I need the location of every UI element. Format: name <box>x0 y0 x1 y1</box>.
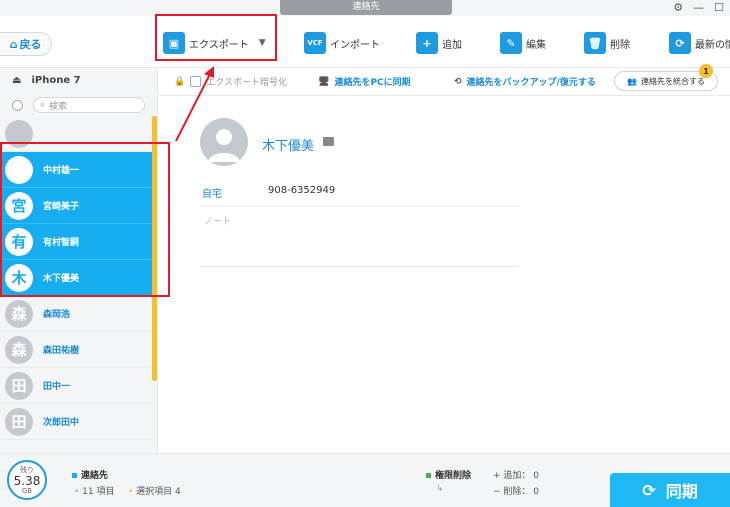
edit-icon: ✎ <box>500 32 522 54</box>
sync-pc-button[interactable]: 🖥 連絡先をPCに同期 <box>318 75 411 89</box>
select-all-checkbox[interactable] <box>12 99 23 111</box>
backup-clock-icon: ⟲ <box>454 76 462 87</box>
selected-count-text: 選択項目 4 <box>136 487 181 497</box>
divider <box>200 206 518 207</box>
search-icon: ⌕ <box>40 100 46 110</box>
contact-avatar <box>200 118 248 166</box>
item-count-text: 11 項目 <box>82 487 115 497</box>
edit-label: 編集 <box>526 39 546 51</box>
monitor-icon: 🖥 <box>318 76 330 87</box>
backup-label: 連絡先をバックアップ/復元する <box>466 78 596 88</box>
edit-button[interactable]: ✎ 編集 <box>500 32 546 54</box>
sync-label: 同期 <box>665 482 698 501</box>
merge-label: 連絡先を統合する <box>640 76 705 86</box>
contact-name: 森田祐樹 <box>43 346 80 356</box>
list-item[interactable]: 田 次郎田中 <box>0 404 152 440</box>
selection-highlight-box <box>0 142 170 297</box>
backup-button[interactable]: ⟲ 連絡先をバックアップ/復元する <box>454 75 596 89</box>
encrypt-label: エクスポート暗号化 <box>206 78 287 88</box>
permission-text: 権限削除 <box>435 471 472 481</box>
category-text: 連絡先 <box>81 471 109 481</box>
add-button[interactable]: + 追加 <box>416 32 462 54</box>
item-count: • 11 項目 <box>74 487 115 497</box>
back-button[interactable]: ⌂ 戻る <box>0 32 52 56</box>
back-button-label: 戻る <box>19 38 42 51</box>
window-title: 連絡先 <box>280 0 452 15</box>
trash-icon: 🗑 <box>584 32 606 54</box>
minimize-icon[interactable]: — <box>693 1 704 14</box>
divider <box>200 266 518 267</box>
window-controls: ⚙ — ☐ <box>673 1 724 14</box>
export-highlight-box <box>155 14 277 61</box>
import-label: インポート <box>330 39 380 51</box>
add-contact-icon: + <box>416 32 438 54</box>
users-icon: 👥 <box>627 76 637 86</box>
sub-toolbar: 🔒 エクスポート暗号化 🖥 連絡先をPCに同期 ⟲ 連絡先をバックアップ/復元す… <box>158 64 730 96</box>
avatar: 森 <box>5 335 33 364</box>
lock-icon: 🔒 <box>174 76 186 87</box>
toolbar: ⌂ 戻る ▣ エクスポート ▼ VCF インポート + 追加 ✎ 編集 🗑 削除… <box>0 16 730 68</box>
note-label: ノート <box>204 217 232 227</box>
home-icon: ⌂ <box>9 37 18 51</box>
title-bar: 連絡先 ⚙ — ☐ <box>0 0 730 16</box>
eject-icon[interactable]: ⏏ <box>12 75 21 86</box>
storage-unit: GB <box>21 487 33 495</box>
sync-button[interactable]: ⟳ 同期 <box>610 473 730 507</box>
encrypt-toggle[interactable]: 🔒 エクスポート暗号化 <box>174 75 287 88</box>
avatar: 森 <box>5 299 33 328</box>
delete-button[interactable]: 🗑 削除 <box>584 32 630 54</box>
return-arrow-icon: ↳ <box>436 484 444 494</box>
settings-icon[interactable]: ⚙ <box>673 1 683 14</box>
sync-pc-label: 連絡先をPCに同期 <box>334 78 411 88</box>
import-button[interactable]: VCF インポート <box>304 32 380 54</box>
permission-label: 権限削除 <box>426 468 471 481</box>
add-label: 追加 <box>442 39 462 51</box>
sync-icon: ⟳ <box>642 480 656 500</box>
person-icon <box>208 129 240 162</box>
list-item[interactable]: 田 田中一 <box>0 368 152 404</box>
avatar: 田 <box>5 407 33 436</box>
maximize-icon[interactable]: ☐ <box>714 1 724 14</box>
search-placeholder: 検索 <box>49 101 68 112</box>
search-input[interactable]: ⌕ 検索 <box>33 97 145 113</box>
phone-label: 自宅 <box>202 189 222 200</box>
merge-count-badge: 1 <box>699 64 713 78</box>
device-header[interactable]: ⏏ iPhone 7 <box>0 68 158 92</box>
refresh-icon: ⟳ <box>669 32 691 54</box>
print-icon[interactable] <box>323 137 334 146</box>
avatar: 田 <box>5 371 33 400</box>
footer: 残り 5.38 GB 連絡先 • 11 項目 • 選択項目 4 権限削除 ↳ +… <box>0 453 730 507</box>
encrypt-checkbox[interactable] <box>190 76 202 87</box>
storage-gauge: 残り 5.38 GB <box>7 460 47 500</box>
refresh-button[interactable]: ⟳ 最新の情 <box>669 32 730 54</box>
phone-value: 908-6352949 <box>268 185 336 196</box>
contact-name: 森岡浩 <box>43 310 71 320</box>
category-swatch <box>72 473 77 478</box>
delete-label: 削除 <box>610 39 630 51</box>
permission-swatch <box>426 473 431 478</box>
contact-detail-name: 木下優美 <box>262 139 315 154</box>
storage-value: 5.38 <box>13 474 41 488</box>
delete-count: − 削除： 0 <box>493 487 539 497</box>
list-item[interactable]: 森 森岡浩 <box>0 296 152 332</box>
refresh-label: 最新の情 <box>695 39 730 51</box>
contact-name: 次郎田中 <box>43 418 80 428</box>
add-count: + 追加： 0 <box>493 471 539 481</box>
contact-name: 田中一 <box>43 382 71 392</box>
device-name: iPhone 7 <box>31 74 81 86</box>
search-row: ⌕ 検索 <box>0 96 158 114</box>
vcf-icon: VCF <box>304 32 326 54</box>
selected-count: • 選択項目 4 <box>128 487 181 497</box>
list-item[interactable]: 森 森田祐樹 <box>0 332 152 368</box>
category-label: 連絡先 <box>72 468 108 481</box>
